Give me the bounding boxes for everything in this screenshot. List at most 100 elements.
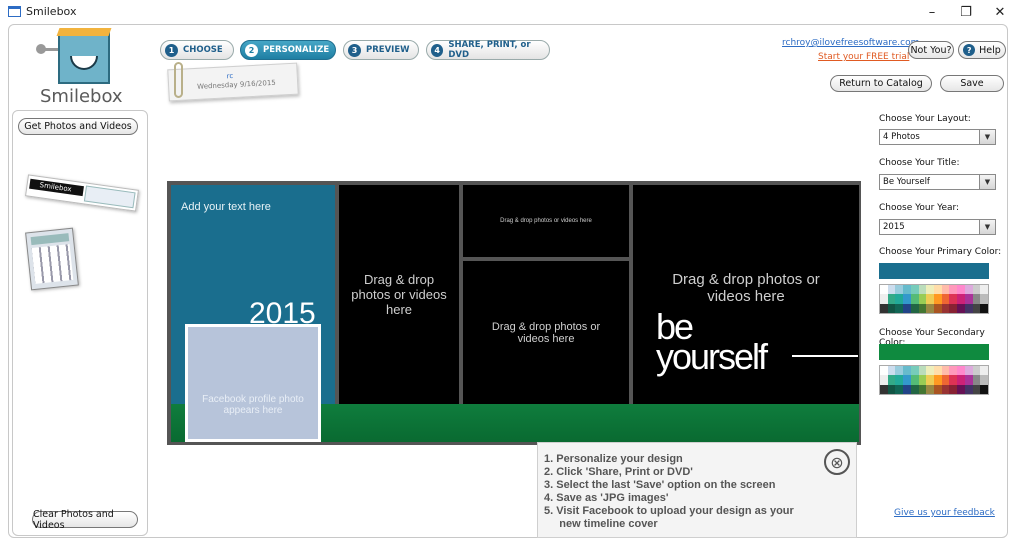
color-cell[interactable] — [895, 384, 904, 394]
color-cell[interactable] — [926, 375, 934, 385]
primary-color-palette[interactable] — [879, 284, 989, 314]
color-cell[interactable] — [972, 375, 981, 385]
color-cell[interactable] — [880, 384, 888, 394]
photo-drop-zone-3[interactable]: Drag & drop photos or videos here — [463, 261, 629, 404]
color-cell[interactable] — [887, 303, 896, 313]
color-cell[interactable] — [895, 294, 904, 304]
color-cell[interactable] — [957, 366, 965, 376]
color-cell[interactable] — [980, 285, 988, 295]
color-cell[interactable] — [964, 303, 973, 313]
color-cell[interactable] — [880, 375, 888, 385]
color-cell[interactable] — [887, 285, 896, 295]
color-cell[interactable] — [903, 375, 911, 385]
color-cell[interactable] — [880, 294, 888, 304]
color-cell[interactable] — [926, 303, 934, 313]
user-email-link[interactable]: rchroy@ilovefreesoftware.com — [782, 38, 919, 48]
color-cell[interactable] — [887, 366, 896, 376]
color-cell[interactable] — [910, 285, 919, 295]
get-photos-button[interactable]: Get Photos and Videos — [18, 118, 138, 135]
color-cell[interactable] — [903, 285, 911, 295]
color-cell[interactable] — [880, 285, 888, 295]
color-cell[interactable] — [957, 285, 965, 295]
photo-drop-zone-2[interactable]: Drag & drop photos or videos here — [463, 185, 629, 257]
color-cell[interactable] — [934, 384, 942, 394]
color-cell[interactable] — [903, 303, 911, 313]
color-cell[interactable] — [957, 384, 965, 394]
color-cell[interactable] — [972, 294, 981, 304]
secondary-color-swatch[interactable] — [879, 344, 989, 360]
color-cell[interactable] — [895, 285, 904, 295]
color-cell[interactable] — [918, 303, 927, 313]
color-cell[interactable] — [926, 285, 934, 295]
color-cell[interactable] — [934, 366, 942, 376]
color-cell[interactable] — [934, 285, 942, 295]
color-cell[interactable] — [980, 384, 988, 394]
color-cell[interactable] — [887, 294, 896, 304]
color-cell[interactable] — [980, 366, 988, 376]
color-cell[interactable] — [972, 366, 981, 376]
color-cell[interactable] — [949, 303, 958, 313]
step-choose[interactable]: 1 CHOOSE — [160, 40, 234, 60]
step-preview[interactable]: 3 PREVIEW — [343, 40, 419, 60]
color-cell[interactable] — [910, 294, 919, 304]
color-cell[interactable] — [964, 285, 973, 295]
color-cell[interactable] — [934, 294, 942, 304]
color-cell[interactable] — [980, 294, 988, 304]
color-cell[interactable] — [918, 285, 927, 295]
color-cell[interactable] — [964, 375, 973, 385]
maximize-button[interactable]: ❐ — [948, 0, 984, 24]
color-cell[interactable] — [957, 375, 965, 385]
color-cell[interactable] — [918, 366, 927, 376]
color-cell[interactable] — [880, 366, 888, 376]
step-personalize[interactable]: 2 PERSONALIZE — [240, 40, 336, 60]
help-button[interactable]: ? Help — [958, 41, 1006, 59]
color-cell[interactable] — [880, 303, 888, 313]
color-cell[interactable] — [918, 375, 927, 385]
color-cell[interactable] — [941, 384, 950, 394]
color-cell[interactable] — [949, 375, 958, 385]
color-cell[interactable] — [910, 303, 919, 313]
title-dropdown[interactable]: Be Yourself ▼ — [879, 174, 996, 190]
color-cell[interactable] — [895, 366, 904, 376]
primary-color-swatch[interactable] — [879, 263, 989, 279]
color-cell[interactable] — [918, 294, 927, 304]
color-cell[interactable] — [964, 384, 973, 394]
year-dropdown[interactable]: 2015 ▼ — [879, 219, 996, 235]
color-cell[interactable] — [941, 285, 950, 295]
return-to-catalog-button[interactable]: Return to Catalog — [830, 75, 932, 92]
add-text-field[interactable]: Add your text here — [181, 201, 271, 213]
color-cell[interactable] — [887, 375, 896, 385]
color-cell[interactable] — [903, 384, 911, 394]
step-share-print-dvd[interactable]: 4 SHARE, PRINT, or DVD — [426, 40, 550, 60]
color-cell[interactable] — [903, 294, 911, 304]
color-cell[interactable] — [980, 375, 988, 385]
color-cell[interactable] — [964, 294, 973, 304]
color-cell[interactable] — [910, 384, 919, 394]
color-cell[interactable] — [895, 375, 904, 385]
feedback-link[interactable]: Give us your feedback — [894, 508, 995, 518]
color-cell[interactable] — [926, 384, 934, 394]
color-cell[interactable] — [949, 285, 958, 295]
color-cell[interactable] — [949, 294, 958, 304]
color-cell[interactable] — [972, 285, 981, 295]
color-cell[interactable] — [957, 294, 965, 304]
color-cell[interactable] — [918, 384, 927, 394]
close-button[interactable]: ✕ — [982, 0, 1014, 24]
color-cell[interactable] — [895, 303, 904, 313]
color-cell[interactable] — [941, 375, 950, 385]
color-cell[interactable] — [926, 294, 934, 304]
color-cell[interactable] — [934, 303, 942, 313]
color-cell[interactable] — [910, 375, 919, 385]
color-cell[interactable] — [941, 366, 950, 376]
color-cell[interactable] — [964, 366, 973, 376]
free-trial-link[interactable]: Start your FREE trial — [818, 52, 909, 62]
color-cell[interactable] — [949, 366, 958, 376]
clear-photos-button[interactable]: Clear Photos and Videos — [32, 509, 138, 531]
color-cell[interactable] — [887, 384, 896, 394]
color-cell[interactable] — [926, 366, 934, 376]
not-you-button[interactable]: Not You? — [908, 41, 954, 59]
layout-dropdown[interactable]: 4 Photos ▼ — [879, 129, 996, 145]
save-button[interactable]: Save — [940, 75, 1004, 92]
color-cell[interactable] — [910, 366, 919, 376]
close-instructions-icon[interactable]: ⊗ — [824, 449, 850, 475]
